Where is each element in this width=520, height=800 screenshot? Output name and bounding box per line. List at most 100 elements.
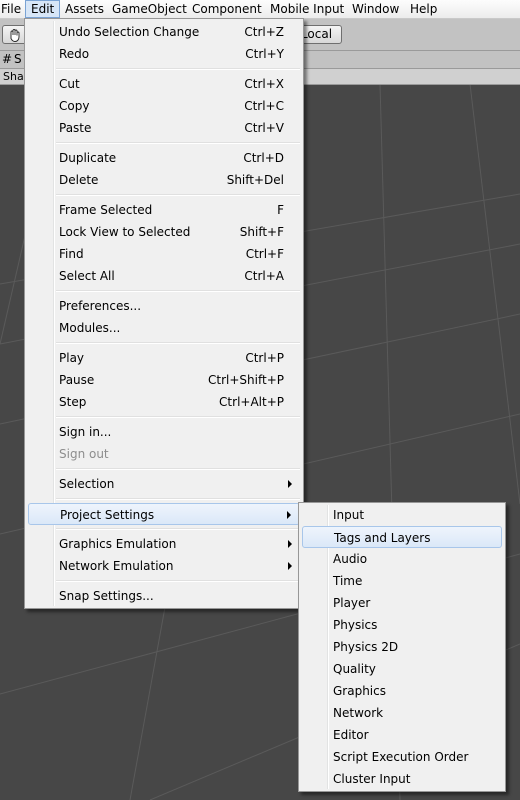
menu-item-label: Frame Selected [59,203,153,217]
menu-item-sign-in[interactable]: Sign in... [28,421,300,443]
menu-item-label: Delete [59,173,99,187]
menu-separator [56,142,300,144]
submenu-item-input[interactable]: Input [302,504,502,526]
menu-item-copy[interactable]: Copy Ctrl+C [28,95,300,117]
menu-item-label: Snap Settings... [59,589,154,603]
menu-separator [56,68,300,70]
menu-item-label: Modules... [59,321,121,335]
submenu-item-label: Input [333,508,365,522]
menu-assets[interactable]: Assets [60,0,109,18]
submenu-item-label: Audio [333,552,368,566]
submenu-item-label: Tags and Layers [334,531,431,545]
submenu-item-tags-and-layers[interactable]: Tags and Layers [302,526,502,548]
menu-separator [56,290,300,292]
menu-mobile-input[interactable]: Mobile Input [265,0,349,18]
submenu-item-network[interactable]: Network [302,702,502,724]
menu-file[interactable]: File [0,0,26,18]
menu-item-label: Play [59,351,85,365]
submenu-item-quality[interactable]: Quality [302,658,502,680]
submenu-item-label: Player [333,596,371,610]
menu-item-sign-out: Sign out [28,443,300,465]
submenu-item-script-execution-order[interactable]: Script Execution Order [302,746,502,768]
menu-item-shortcut: Ctrl+V [244,121,284,135]
submenu-item-graphics[interactable]: Graphics [302,680,502,702]
menu-separator [56,194,300,196]
menu-item-redo[interactable]: Redo Ctrl+Y [28,43,300,65]
submenu-item-physics[interactable]: Physics [302,614,502,636]
menu-item-label: Pause [59,373,95,387]
menu-item-snap-settings[interactable]: Snap Settings... [28,585,300,607]
project-settings-submenu: Input Tags and Layers Audio Time Player Physi… [298,502,506,792]
menu-item-shortcut: Ctrl+Y [245,47,284,61]
menu-item-pause[interactable]: Pause Ctrl+Shift+P [28,369,300,391]
scene-tab-label[interactable]: S [14,51,22,68]
menu-item-modules[interactable]: Modules... [28,317,300,339]
menu-item-shortcut: Shift+F [239,225,284,239]
submenu-item-physics-2d[interactable]: Physics 2D [302,636,502,658]
menu-item-label: Redo [59,47,90,61]
menu-item-step[interactable]: Step Ctrl+Alt+P [28,391,300,413]
menu-item-label: Lock View to Selected [59,225,191,239]
menu-separator [56,416,300,418]
submenu-item-label: Network [333,706,384,720]
menu-item-shortcut: Ctrl+Alt+P [219,395,284,409]
menu-item-label: Copy [59,99,90,113]
menu-item-shortcut: Ctrl+D [243,151,284,165]
submenu-item-time[interactable]: Time [302,570,502,592]
menu-item-project-settings[interactable]: Project Settings [28,503,300,525]
submenu-arrow-icon [288,540,292,548]
submenu-item-label: Time [333,574,363,588]
submenu-item-label: Script Execution Order [333,750,469,764]
menu-item-select-all[interactable]: Select All Ctrl+A [28,265,300,287]
submenu-item-label: Physics [333,618,378,632]
menu-item-shortcut: Ctrl+Shift+P [208,373,284,387]
menu-item-find[interactable]: Find Ctrl+F [28,243,300,265]
menu-edit[interactable]: Edit [25,0,61,18]
menu-separator [56,580,300,582]
menu-item-shortcut: Shift+Del [226,173,284,187]
menu-item-shortcut: Ctrl+A [244,269,284,283]
menu-item-frame-selected[interactable]: Frame Selected F [28,199,300,221]
menu-item-label: Sign out [59,447,109,461]
menu-item-lock-view-to-selected[interactable]: Lock View to Selected Shift+F [28,221,300,243]
menu-item-label: Select All [59,269,115,283]
submenu-item-label: Graphics [333,684,386,698]
edit-menu: Undo Selection Change Ctrl+Z Redo Ctrl+Y Cut… [24,18,304,609]
submenu-arrow-icon [288,480,292,488]
menu-item-graphics-emulation[interactable]: Graphics Emulation [28,533,300,555]
menu-item-preferences[interactable]: Preferences... [28,295,300,317]
submenu-arrow-icon [287,511,291,519]
submenu-item-cluster-input[interactable]: Cluster Input [302,768,502,790]
submenu-item-label: Quality [333,662,376,676]
submenu-item-label: Cluster Input [333,772,411,786]
submenu-item-label: Physics 2D [333,640,399,654]
submenu-item-editor[interactable]: Editor [302,724,502,746]
scene-tab-icon: # [2,52,13,66]
menu-item-selection[interactable]: Selection [28,473,300,495]
menu-separator [56,528,300,530]
submenu-item-label: Editor [333,728,369,742]
submenu-item-player[interactable]: Player [302,592,502,614]
submenu-arrow-icon [288,562,292,570]
menu-item-cut[interactable]: Cut Ctrl+X [28,73,300,95]
menu-item-label: Cut [59,77,80,91]
menu-window[interactable]: Window [347,0,404,18]
menu-item-shortcut: Ctrl+C [244,99,284,113]
menu-item-label: Graphics Emulation [59,537,177,551]
menu-item-label: Duplicate [59,151,117,165]
hand-tool-icon [10,29,20,42]
menu-gameobject[interactable]: GameObject [107,0,192,18]
menu-item-label: Preferences... [59,299,142,313]
menu-item-label: Network Emulation [59,559,174,573]
menu-component[interactable]: Component [187,0,267,18]
menu-item-duplicate[interactable]: Duplicate Ctrl+D [28,147,300,169]
menu-item-delete[interactable]: Delete Shift+Del [28,169,300,191]
menu-item-network-emulation[interactable]: Network Emulation [28,555,300,577]
menu-item-label: Find [59,247,84,261]
menu-item-play[interactable]: Play Ctrl+P [28,347,300,369]
menu-item-paste[interactable]: Paste Ctrl+V [28,117,300,139]
submenu-item-audio[interactable]: Audio [302,548,502,570]
menu-item-undo-selection-change[interactable]: Undo Selection Change Ctrl+Z [28,21,300,43]
menu-item-label: Sign in... [59,425,112,439]
menu-help[interactable]: Help [405,0,442,18]
